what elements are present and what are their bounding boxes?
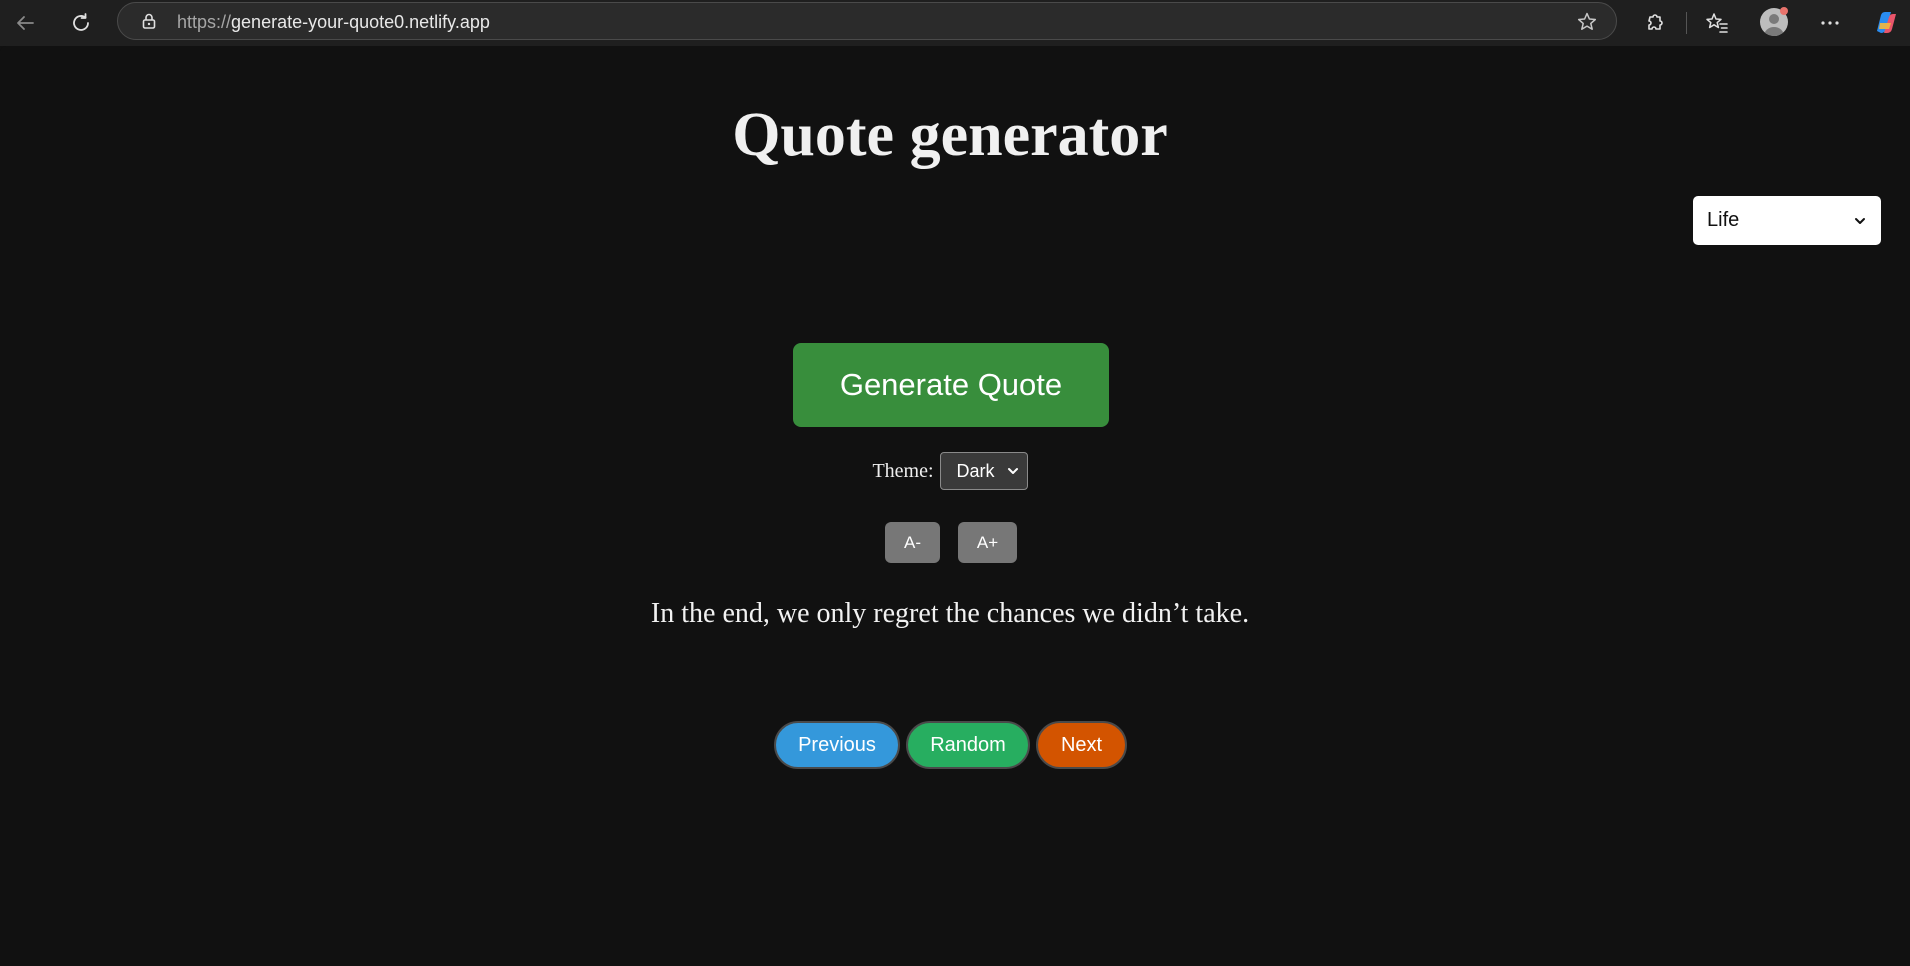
theme-select[interactable]: Dark: [939, 452, 1028, 490]
theme-label: Theme:: [872, 459, 934, 482]
toolbar-separator: [1686, 12, 1687, 34]
favorites-icon: [1706, 13, 1728, 33]
reload-icon: [73, 13, 89, 31]
quote-text: In the end, we only regret the chances w…: [650, 598, 1250, 629]
theme-row: Theme: Dark: [0, 452, 1900, 490]
back-arrow-icon: [17, 16, 34, 30]
page-title: Quote generator: [732, 101, 1168, 169]
chevron-down-icon: [1855, 217, 1865, 224]
copilot-button[interactable]: [1868, 6, 1902, 40]
category-select-value: Life: [1707, 209, 1740, 231]
url-scheme: https://: [177, 12, 232, 32]
star-icon[interactable]: [1576, 11, 1598, 33]
copilot-icon: [1877, 12, 1896, 33]
more-button[interactable]: [1813, 6, 1847, 40]
url-host: generate-your-quote0.netlify.app: [231, 12, 490, 32]
next-button[interactable]: Next: [1036, 721, 1127, 769]
previous-button[interactable]: Previous: [774, 721, 900, 769]
theme-select-value: Dark: [956, 460, 995, 481]
random-button[interactable]: Random: [906, 721, 1030, 769]
reload-button[interactable]: [64, 6, 98, 40]
address-bar[interactable]: https://generate-your-quote0.netlify.app: [117, 2, 1617, 40]
extensions-icon: [1648, 14, 1663, 30]
category-select[interactable]: Life: [1693, 196, 1881, 245]
decrease-font-button[interactable]: A-: [885, 522, 940, 563]
browser-toolbar: https://generate-your-quote0.netlify.app: [0, 0, 1910, 46]
page-content: Quote generator Life Generate Quote Them…: [0, 46, 1910, 966]
lock-icon[interactable]: [140, 12, 158, 30]
increase-font-button[interactable]: A+: [958, 522, 1017, 563]
back-button[interactable]: [8, 6, 42, 40]
extensions-button[interactable]: [1638, 6, 1672, 40]
chevron-down-icon: [1007, 468, 1018, 474]
notification-dot: [1780, 7, 1788, 15]
generate-quote-button[interactable]: Generate Quote: [793, 343, 1109, 427]
favorites-button[interactable]: [1700, 6, 1734, 40]
url-text[interactable]: https://generate-your-quote0.netlify.app: [177, 12, 490, 33]
more-icon: [1821, 21, 1839, 25]
